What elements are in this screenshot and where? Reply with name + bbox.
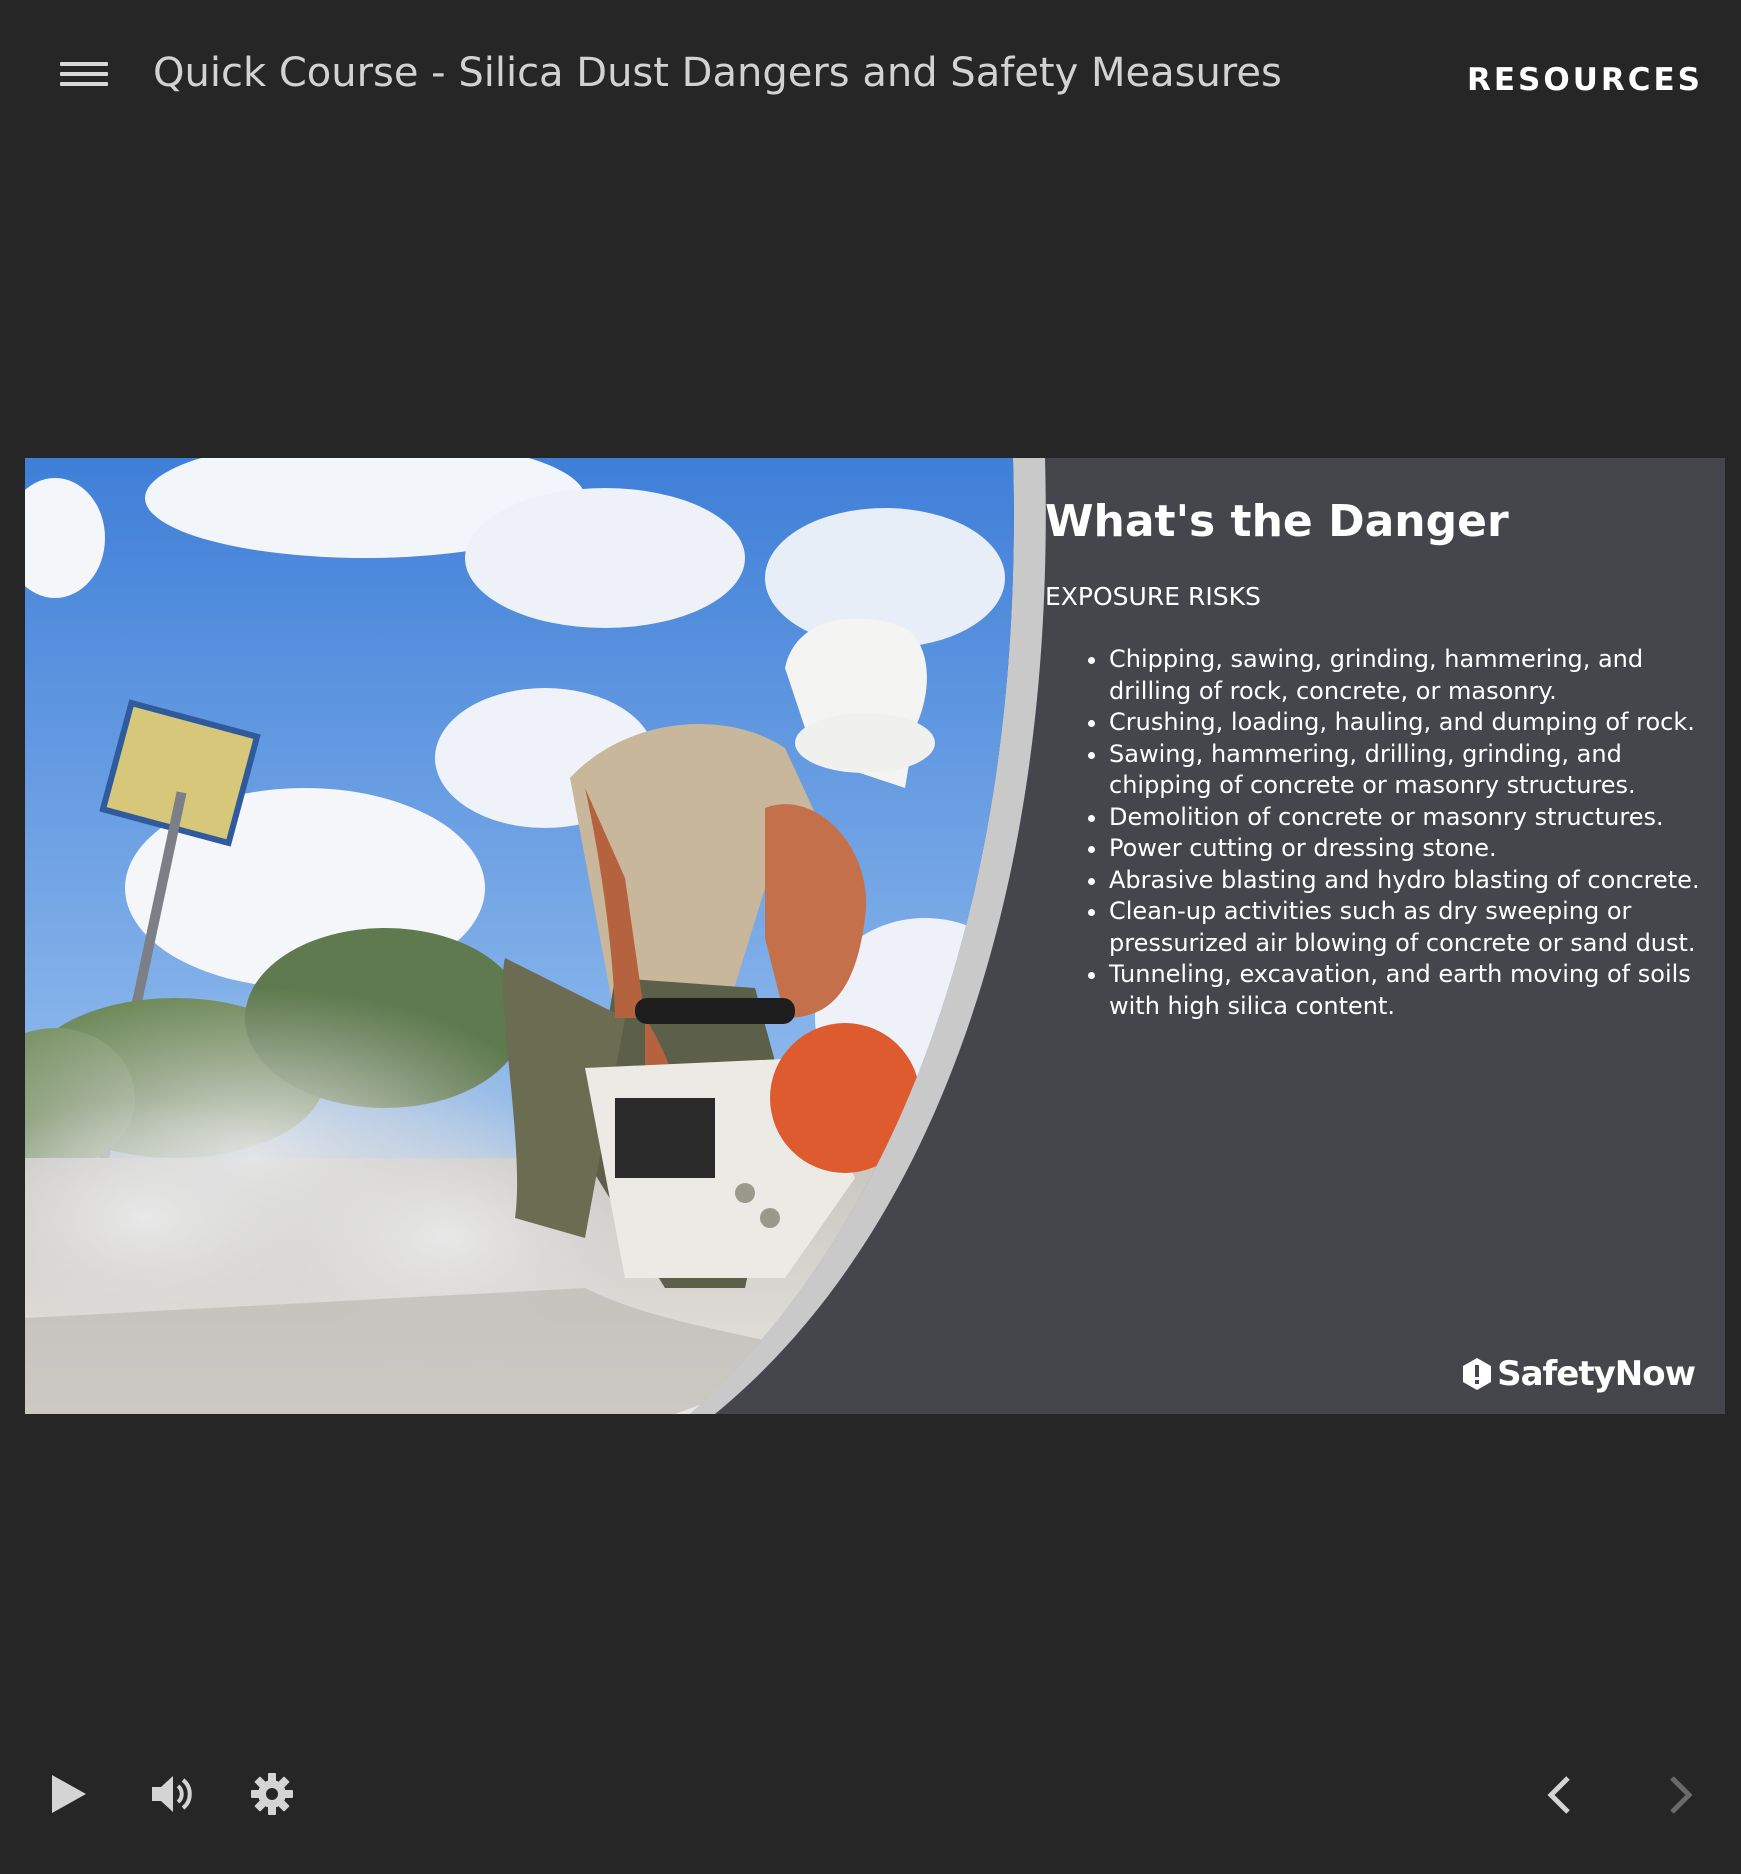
exposure-risk-list: Chipping, sawing, grinding, hammering, a… — [1085, 644, 1719, 1022]
safetynow-logo-icon — [1463, 1358, 1492, 1390]
menu-icon[interactable] — [60, 62, 108, 94]
safetynow-logo: SafetyNow — [1459, 1354, 1696, 1394]
list-item: Demolition of concrete or masonry struct… — [1109, 802, 1719, 834]
chevron-right-icon[interactable] — [1666, 1774, 1696, 1816]
course-title: Quick Course - Silica Dust Dangers and S… — [153, 50, 1282, 96]
list-item: Power cutting or dressing stone. — [1109, 833, 1719, 865]
slide-heading: What's the Danger — [1045, 496, 1509, 547]
player-controls — [0, 1760, 1741, 1840]
slide-text-panel: What's the Danger EXPOSURE RISKS Chippin… — [1045, 458, 1700, 1414]
logo-text: SafetyNow — [1497, 1354, 1696, 1394]
play-icon[interactable] — [48, 1772, 88, 1816]
list-item: Crushing, loading, hauling, and dumping … — [1109, 707, 1719, 739]
top-bar: Quick Course - Silica Dust Dangers and S… — [0, 0, 1741, 160]
list-item: Chipping, sawing, grinding, hammering, a… — [1109, 644, 1719, 707]
slide-subheading: EXPOSURE RISKS — [1045, 582, 1261, 611]
slide: What's the Danger EXPOSURE RISKS Chippin… — [25, 458, 1725, 1414]
gear-icon[interactable] — [250, 1772, 294, 1816]
list-item: Tunneling, excavation, and earth moving … — [1109, 959, 1719, 1022]
chevron-left-icon[interactable] — [1544, 1774, 1574, 1816]
list-item: Sawing, hammering, drilling, grinding, a… — [1109, 739, 1719, 802]
volume-icon[interactable] — [150, 1772, 196, 1816]
list-item: Clean-up activities such as dry sweeping… — [1109, 896, 1719, 959]
resources-button[interactable]: RESOURCES — [1467, 62, 1703, 98]
list-item: Abrasive blasting and hydro blasting of … — [1109, 865, 1719, 897]
